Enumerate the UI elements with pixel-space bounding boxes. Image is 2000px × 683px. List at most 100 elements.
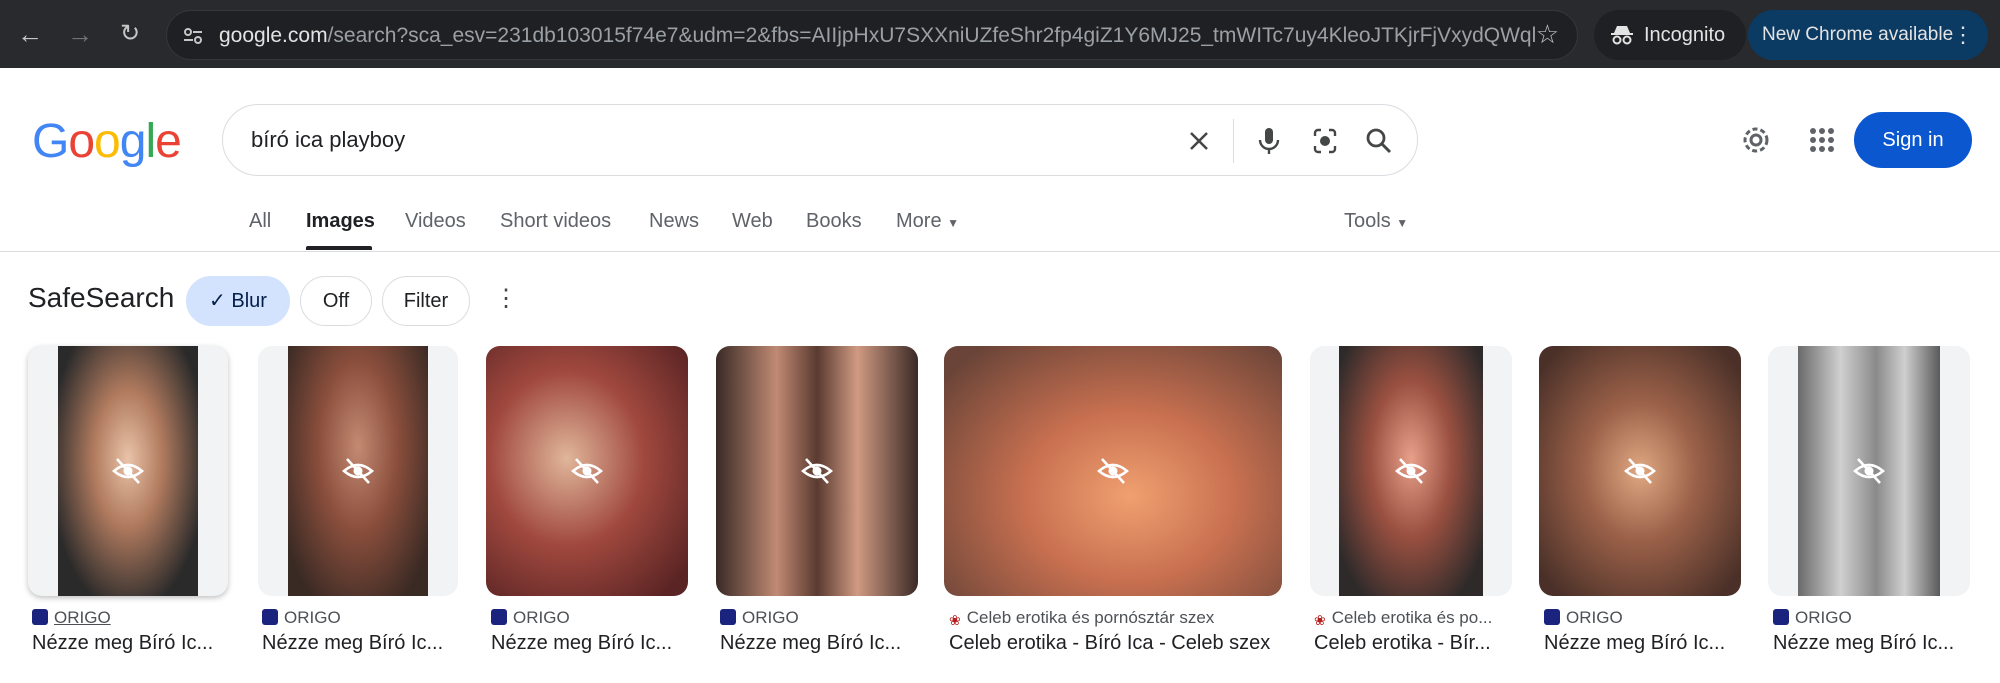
result-title[interactable]: Celeb erotika - Bíró Ica - Celeb szex bbox=[949, 632, 1289, 655]
result-source[interactable]: ORIGO bbox=[1773, 608, 1973, 628]
image-result-card[interactable] bbox=[716, 346, 918, 596]
result-title[interactable]: Celeb erotika - Bír... bbox=[1314, 632, 1514, 655]
logo-letter: e bbox=[155, 115, 182, 168]
safesearch-label: SafeSearch bbox=[28, 282, 175, 313]
source-name: Celeb erotika és pornósztár szex bbox=[966, 608, 1215, 627]
safesearch-off-chip[interactable]: Off bbox=[300, 276, 372, 326]
safesearch-blur-chip[interactable]: ✓ Blur bbox=[186, 276, 290, 326]
tab-news[interactable]: News bbox=[649, 210, 699, 233]
voice-search-icon[interactable] bbox=[1247, 119, 1291, 163]
check-icon: ✓ bbox=[209, 290, 226, 312]
origo-favicon-icon bbox=[262, 609, 278, 625]
active-tab-indicator bbox=[306, 246, 372, 250]
tab-web[interactable]: Web bbox=[732, 210, 773, 233]
tools-button[interactable]: Tools ▼ bbox=[1344, 210, 1408, 233]
source-name: ORIGO bbox=[513, 608, 570, 627]
source-name: ORIGO bbox=[742, 608, 799, 627]
result-title[interactable]: Nézze meg Bíró Ic... bbox=[32, 632, 232, 655]
bookmark-star-icon[interactable]: ☆ bbox=[1536, 19, 1559, 50]
source-name: ORIGO bbox=[54, 608, 111, 627]
more-menu-icon[interactable]: ⋮ bbox=[1952, 10, 1974, 60]
result-title[interactable]: Nézze meg Bíró Ic... bbox=[491, 632, 691, 655]
back-icon[interactable]: ← bbox=[12, 16, 48, 52]
address-bar[interactable]: google.com/search?sca_esv=231db103015f74… bbox=[166, 10, 1578, 60]
image-result-card[interactable] bbox=[1539, 346, 1741, 596]
url-path: /search?sca_esv=231db103015f74e7&udm=2&f… bbox=[327, 24, 1537, 47]
image-result-card[interactable] bbox=[258, 346, 458, 596]
origo-favicon-icon bbox=[1544, 609, 1560, 625]
forward-icon[interactable]: → bbox=[62, 16, 98, 52]
celeb-favicon-icon: ❀ bbox=[949, 612, 961, 628]
tools-label: Tools bbox=[1344, 210, 1391, 232]
tab-more-label: More bbox=[896, 210, 942, 232]
google-apps-grid-icon[interactable] bbox=[1804, 122, 1840, 158]
result-source[interactable]: ORIGO bbox=[720, 608, 920, 628]
image-result-card[interactable] bbox=[1768, 346, 1970, 596]
incognito-icon bbox=[1611, 26, 1633, 45]
logo-letter: l bbox=[145, 115, 156, 168]
tab-books[interactable]: Books bbox=[806, 210, 862, 233]
blur-label: Blur bbox=[231, 290, 267, 312]
search-box bbox=[222, 104, 1418, 176]
result-title[interactable]: Nézze meg Bíró Ic... bbox=[720, 632, 920, 655]
caret-down-icon: ▼ bbox=[947, 216, 960, 230]
search-input[interactable] bbox=[251, 123, 1131, 157]
logo-letter: G bbox=[32, 115, 69, 168]
new-chrome-available-button[interactable]: New Chrome available ⋮ bbox=[1748, 10, 1988, 60]
lens-search-icon[interactable] bbox=[1303, 119, 1347, 163]
logo-letter: g bbox=[119, 115, 147, 168]
incognito-label: Incognito bbox=[1644, 24, 1726, 46]
clear-search-icon[interactable] bbox=[1177, 119, 1221, 163]
tab-more[interactable]: More ▼ bbox=[896, 210, 959, 233]
tab-videos[interactable]: Videos bbox=[405, 210, 466, 233]
image-result-card[interactable] bbox=[1310, 346, 1512, 596]
tab-all[interactable]: All bbox=[249, 210, 271, 233]
site-info-icon[interactable] bbox=[181, 24, 205, 48]
tab-images[interactable]: Images bbox=[306, 210, 375, 233]
result-title[interactable]: Nézze meg Bíró Ic... bbox=[1544, 632, 1744, 655]
result-source[interactable]: ORIGO bbox=[32, 608, 232, 628]
origo-favicon-icon bbox=[32, 609, 48, 625]
source-name: ORIGO bbox=[284, 608, 341, 627]
result-source[interactable]: ❀ Celeb erotika és po... bbox=[1314, 608, 1514, 628]
image-result-card[interactable] bbox=[28, 346, 228, 596]
origo-favicon-icon bbox=[720, 609, 736, 625]
reload-icon[interactable]: ↻ bbox=[112, 16, 148, 52]
hidden-eye-icon bbox=[571, 458, 603, 484]
hidden-eye-icon bbox=[112, 458, 144, 484]
result-title[interactable]: Nézze meg Bíró Ic... bbox=[262, 632, 462, 655]
hidden-eye-icon bbox=[1624, 458, 1656, 484]
tab-short-videos[interactable]: Short videos bbox=[500, 210, 611, 233]
update-label: New Chrome available bbox=[1762, 24, 1954, 45]
settings-gear-icon[interactable] bbox=[1738, 122, 1774, 158]
logo-letter: o bbox=[94, 115, 121, 168]
caret-down-icon: ▼ bbox=[1396, 216, 1409, 230]
source-name: ORIGO bbox=[1566, 608, 1623, 627]
source-name: Celeb erotika és po... bbox=[1331, 608, 1493, 627]
incognito-badge[interactable]: Incognito bbox=[1594, 10, 1746, 60]
safesearch-filter-chip[interactable]: Filter bbox=[382, 276, 470, 326]
result-source[interactable]: ORIGO bbox=[262, 608, 462, 628]
hidden-eye-icon bbox=[1853, 458, 1885, 484]
search-icon[interactable] bbox=[1357, 119, 1401, 163]
origo-favicon-icon bbox=[491, 609, 507, 625]
more-options-icon[interactable]: ⋮ bbox=[494, 284, 518, 313]
search-tabs: All Images Videos Short videos News Web … bbox=[0, 198, 2000, 252]
celeb-favicon-icon: ❀ bbox=[1314, 612, 1326, 628]
result-source[interactable]: ORIGO bbox=[491, 608, 691, 628]
result-source[interactable]: ❀ Celeb erotika és pornósztár szex bbox=[949, 608, 1289, 628]
image-result-card[interactable] bbox=[486, 346, 688, 596]
hidden-eye-icon bbox=[1395, 458, 1427, 484]
image-result-card[interactable] bbox=[944, 346, 1282, 596]
search-divider bbox=[1233, 119, 1234, 163]
hidden-eye-icon bbox=[1097, 458, 1129, 484]
result-title[interactable]: Nézze meg Bíró Ic... bbox=[1773, 632, 1973, 655]
sign-in-button[interactable]: Sign in bbox=[1854, 112, 1972, 168]
url-text[interactable]: google.com/search?sca_esv=231db103015f74… bbox=[219, 24, 1537, 48]
google-results-page: Google Sign in All Images Videos bbox=[0, 68, 2000, 683]
google-logo[interactable]: Google bbox=[32, 114, 182, 169]
hidden-eye-icon bbox=[342, 458, 374, 484]
result-source[interactable]: ORIGO bbox=[1544, 608, 1744, 628]
source-name: ORIGO bbox=[1795, 608, 1852, 627]
browser-toolbar: ← → ↻ google.com/search?sca_esv=231db103… bbox=[0, 0, 2000, 68]
